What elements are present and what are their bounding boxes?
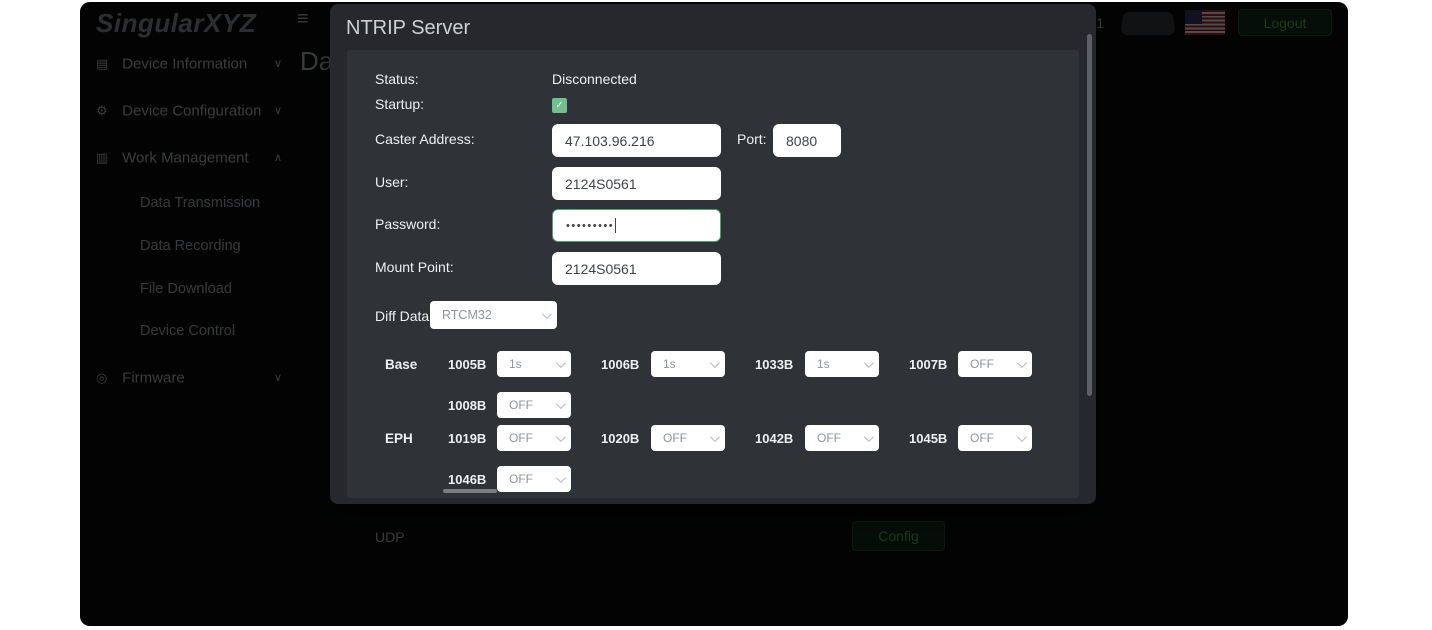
diff-data-select[interactable]: RTCM32	[430, 301, 557, 329]
password-masked-value: •••••••••	[566, 220, 614, 232]
msg-1046B-select[interactable]: OFF	[497, 466, 571, 492]
chevron-down-icon	[556, 432, 566, 442]
user-label: User:	[375, 174, 408, 190]
password-label: Password:	[375, 216, 440, 232]
app-window: SingularXYZ ≡ 2124S0561 Logout Device In…	[80, 2, 1348, 626]
password-input[interactable]: •••••••••	[552, 209, 721, 242]
chevron-down-icon	[864, 432, 874, 442]
chevron-down-icon	[1017, 432, 1027, 442]
chevron-down-icon	[556, 399, 566, 409]
msg-1046B-label: 1046B	[448, 472, 486, 487]
msg-1033B-select[interactable]: 1s	[805, 351, 879, 377]
user-input[interactable]	[552, 167, 721, 200]
vertical-scrollbar-thumb[interactable]	[1087, 34, 1092, 396]
msg-1045B-label: 1045B	[909, 431, 947, 446]
msg-1005B-select[interactable]: 1s	[497, 351, 571, 377]
modal-title: NTRIP Server	[346, 17, 470, 40]
chevron-down-icon	[710, 358, 720, 368]
msg-1006B-label: 1006B	[601, 357, 639, 372]
msg-1019B-label: 1019B	[448, 431, 486, 446]
msg-1007B-select[interactable]: OFF	[958, 351, 1032, 377]
msg-1033B-label: 1033B	[755, 357, 793, 372]
chevron-down-icon	[542, 309, 552, 319]
eph-group-label: EPH	[385, 431, 413, 446]
text-caret	[615, 218, 616, 233]
status-label: Status:	[375, 71, 419, 87]
chevron-down-icon	[556, 473, 566, 483]
diff-data-value: RTCM32	[442, 308, 492, 322]
caster-address-label: Caster Address:	[375, 131, 475, 147]
startup-label: Startup:	[375, 96, 424, 112]
chevron-down-icon	[864, 358, 874, 368]
chevron-down-icon	[710, 432, 720, 442]
mount-point-label: Mount Point:	[375, 259, 454, 275]
caster-address-input[interactable]	[552, 124, 721, 157]
msg-1042B-label: 1042B	[755, 431, 793, 446]
msg-1019B-select[interactable]: OFF	[497, 425, 571, 451]
port-input[interactable]	[773, 124, 841, 157]
msg-1006B-select[interactable]: 1s	[651, 351, 725, 377]
msg-1007B-label: 1007B	[909, 357, 947, 372]
msg-1045B-select[interactable]: OFF	[958, 425, 1032, 451]
chevron-down-icon	[1017, 358, 1027, 368]
msg-1020B-select[interactable]: OFF	[651, 425, 725, 451]
base-group-label: Base	[385, 357, 417, 372]
modal-form-panel: Status: Disconnected Startup: ✓ Caster A…	[347, 50, 1079, 498]
diff-data-label: Diff Data:	[375, 308, 433, 324]
ntrip-server-modal: NTRIP Server Status: Disconnected Startu…	[330, 4, 1096, 504]
msg-1020B-label: 1020B	[601, 431, 639, 446]
msg-1005B-label: 1005B	[448, 357, 486, 372]
horizontal-scrollbar-thumb[interactable]	[443, 489, 497, 493]
mount-point-input[interactable]	[552, 252, 721, 285]
desktop-canvas: SingularXYZ ≡ 2124S0561 Logout Device In…	[0, 0, 1432, 630]
msg-1008B-select[interactable]: OFF	[497, 392, 571, 418]
port-label: Port:	[737, 131, 767, 147]
msg-1042B-select[interactable]: OFF	[805, 425, 879, 451]
msg-1008B-label: 1008B	[448, 398, 486, 413]
chevron-down-icon	[556, 358, 566, 368]
status-value: Disconnected	[552, 71, 637, 87]
startup-checkbox[interactable]: ✓	[552, 98, 567, 113]
